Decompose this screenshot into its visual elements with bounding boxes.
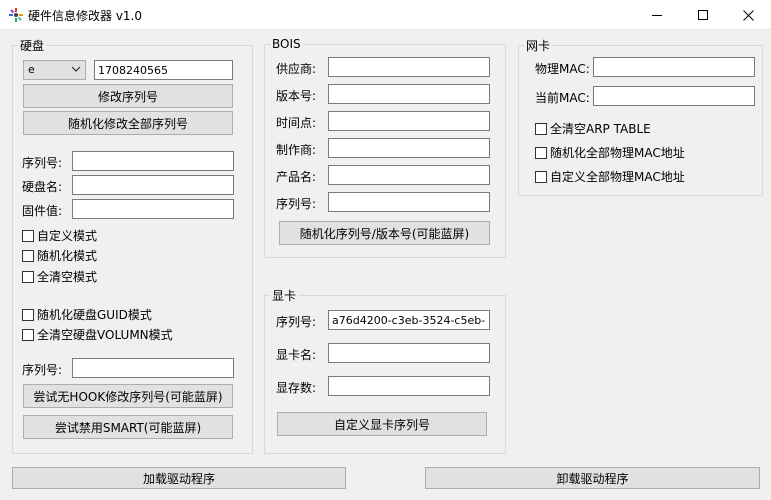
bios-time-label: 时间点:: [276, 116, 317, 130]
random-mac-checkbox[interactable]: 随机化全部物理MAC地址: [535, 144, 685, 161]
bios-legend: BOIS: [272, 37, 301, 51]
gpu-serial-label: 序列号:: [276, 315, 317, 329]
bios-maker-label: 制作商:: [276, 143, 317, 157]
clear-volumn-checkbox[interactable]: 全清空硬盘VOLUMN模式: [22, 326, 173, 343]
nohook-modify-button[interactable]: 尝试无HOOK修改序列号(可能蓝屏): [23, 384, 233, 408]
drive-select[interactable]: e: [23, 60, 86, 80]
gpu-name-label: 显卡名:: [276, 348, 317, 362]
gpu-serial-field[interactable]: [328, 310, 490, 330]
gpu-memory-label: 显存数:: [276, 381, 317, 395]
bios-serial-field[interactable]: [328, 192, 490, 212]
gpu-legend: 显卡: [272, 289, 297, 303]
window-title: 硬件信息修改器 v1.0: [28, 9, 143, 23]
disk-name-label: 硬盘名:: [22, 180, 63, 194]
custom-mode-checkbox[interactable]: 自定义模式: [22, 227, 97, 244]
modify-serial-button[interactable]: 修改序列号: [23, 84, 233, 108]
disk-serial-field[interactable]: [72, 151, 234, 171]
disk-legend: 硬盘: [20, 39, 45, 53]
bios-serial-label: 序列号:: [276, 197, 317, 211]
bios-vendor-label: 供应商:: [276, 62, 317, 76]
title-bar: 硬件信息修改器 v1.0: [0, 0, 771, 30]
physical-mac-field[interactable]: [593, 57, 755, 77]
unload-driver-button[interactable]: 卸载驱动程序: [425, 467, 760, 489]
app-icon: [9, 8, 23, 22]
gpu-memory-field[interactable]: [328, 376, 490, 396]
bios-vendor-field[interactable]: [328, 57, 490, 77]
bios-maker-field[interactable]: [328, 138, 490, 158]
physical-mac-label: 物理MAC:: [535, 62, 590, 76]
minimize-icon: [652, 14, 662, 16]
maximize-button[interactable]: [680, 0, 726, 30]
close-icon: [742, 9, 754, 21]
nic-legend: 网卡: [526, 39, 551, 53]
clear-arp-checkbox[interactable]: 全清空ARP TABLE: [535, 120, 651, 137]
disk-serial-label: 序列号:: [22, 156, 63, 170]
drive-select-value: e: [28, 63, 35, 76]
clear-mode-checkbox[interactable]: 全清空模式: [22, 268, 97, 285]
close-button[interactable]: [725, 0, 771, 30]
randomize-all-serial-button[interactable]: 随机化修改全部序列号: [23, 111, 233, 135]
current-mac-label: 当前MAC:: [535, 91, 590, 105]
firmware-field[interactable]: [72, 199, 234, 219]
bios-version-field[interactable]: [328, 84, 490, 104]
disk-serial-input[interactable]: [94, 60, 233, 80]
bios-product-field[interactable]: [328, 165, 490, 185]
maximize-icon: [698, 10, 708, 20]
custom-mac-checkbox[interactable]: 自定义全部物理MAC地址: [535, 168, 685, 185]
random-guid-checkbox[interactable]: 随机化硬盘GUID模式: [22, 306, 152, 323]
firmware-label: 固件值:: [22, 204, 63, 218]
current-mac-field[interactable]: [593, 86, 755, 106]
gpu-custom-serial-button[interactable]: 自定义显卡序列号: [277, 412, 487, 436]
bios-product-label: 产品名:: [276, 170, 317, 184]
bios-time-field[interactable]: [328, 111, 490, 131]
random-mode-checkbox[interactable]: 随机化模式: [22, 247, 97, 264]
disable-smart-button[interactable]: 尝试禁用SMART(可能蓝屏): [23, 415, 233, 439]
minimize-button[interactable]: [634, 0, 680, 30]
chevron-down-icon: [71, 66, 81, 72]
gpu-name-field[interactable]: [328, 343, 490, 363]
bios-randomize-button[interactable]: 随机化序列号/版本号(可能蓝屏): [279, 221, 490, 245]
disk-serial2-field[interactable]: [72, 358, 234, 378]
disk-serial2-label: 序列号:: [22, 363, 63, 377]
disk-name-field[interactable]: [72, 175, 234, 195]
bios-version-label: 版本号:: [276, 89, 317, 103]
load-driver-button[interactable]: 加载驱动程序: [12, 467, 346, 489]
